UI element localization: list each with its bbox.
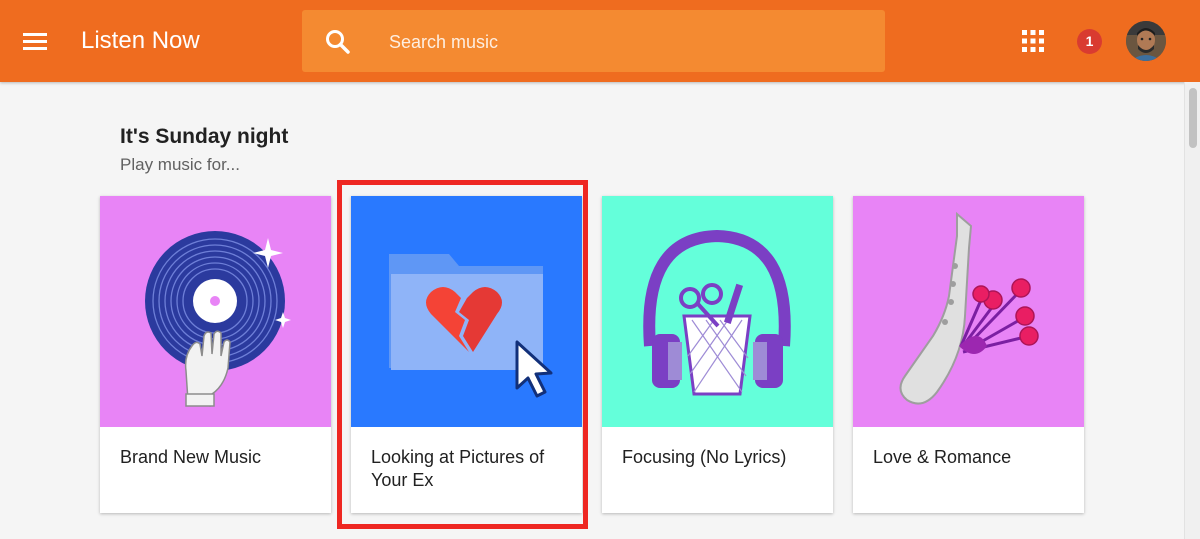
search-bar[interactable] [302,10,885,72]
page-scrollbar[interactable] [1184,82,1200,539]
notification-badge[interactable]: 1 [1077,29,1102,54]
station-card-brand-new-music[interactable]: Brand New Music [100,196,331,513]
page-title: Listen Now [81,27,200,54]
section-subtitle: Play music for... [120,155,240,174]
search-input[interactable] [387,26,861,58]
apps-grid-icon[interactable] [1022,30,1044,52]
card-label: Looking at Pictures of Your Ex [371,447,545,490]
vinyl-record-icon [100,196,331,427]
avatar[interactable] [1126,21,1166,61]
station-card-focusing-no-lyrics[interactable]: Focusing (No Lyrics) [602,196,833,513]
menu-icon[interactable] [20,26,50,56]
section-title: It's Sunday night [120,125,289,148]
card-label: Love & Romance [873,447,1012,467]
station-card-love-and-romance[interactable]: Love & Romance [853,196,1084,513]
app-bar: Listen Now 1 [0,0,1200,82]
card-label: Focusing (No Lyrics) [622,447,787,467]
search-icon[interactable] [324,28,352,56]
scrollbar-thumb[interactable] [1189,88,1197,148]
headphones-icon [602,196,833,427]
folder-broken-heart-icon [351,196,582,427]
card-label: Brand New Music [120,447,262,467]
station-card-looking-at-pictures-of-your-ex[interactable]: Looking at Pictures of Your Ex [351,196,582,513]
saxophone-roses-icon [853,196,1084,427]
